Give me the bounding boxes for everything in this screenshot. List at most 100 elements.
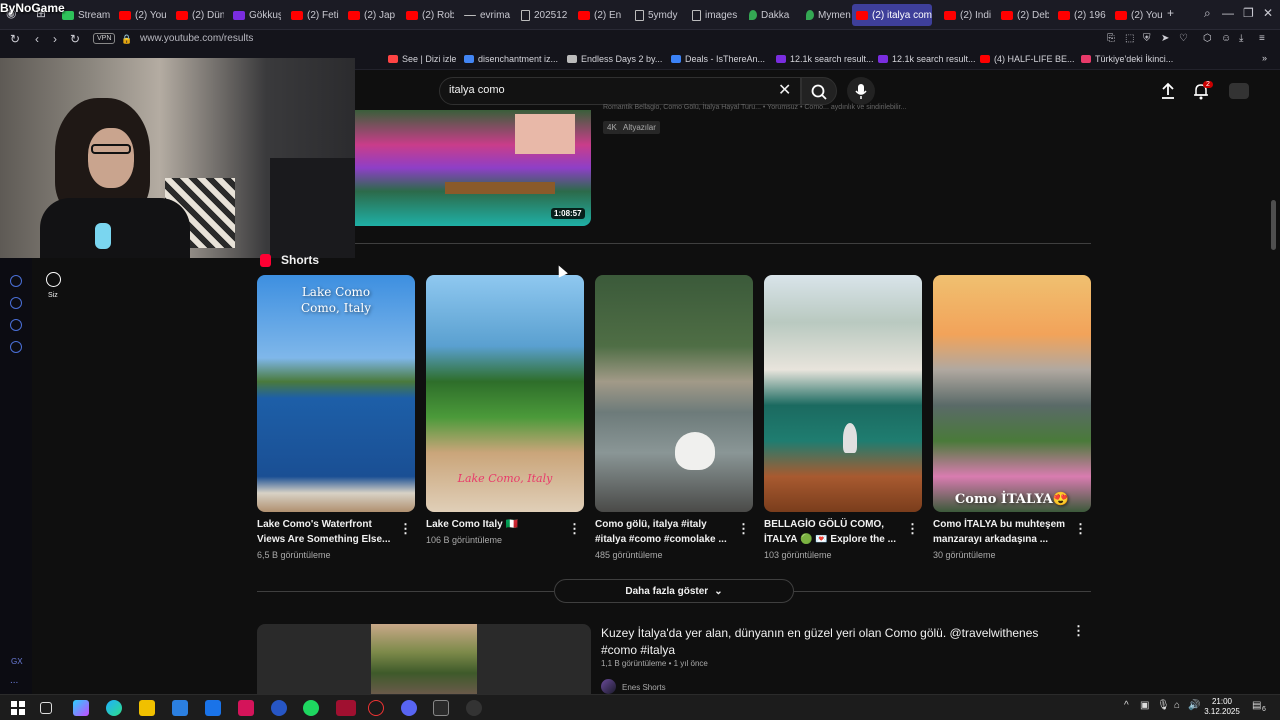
browser-tab[interactable]: Mymen	[802, 4, 854, 26]
short-thumbnail-3[interactable]	[595, 275, 753, 512]
you-label[interactable]: Siz	[48, 292, 58, 299]
task-view-icon[interactable]	[40, 702, 52, 714]
bookmark-item[interactable]: Deals - IsThereAn...	[671, 54, 765, 64]
browser-tab[interactable]: images	[688, 4, 740, 26]
short-title-3[interactable]: Como gölü, italya #italy #italya #como #…	[595, 517, 733, 547]
reload-icon-left[interactable]: ↻	[10, 32, 20, 46]
file-explorer-icon[interactable]	[139, 700, 155, 716]
sidebar-messenger-icon[interactable]	[10, 319, 22, 331]
sidebar-settings-icon[interactable]	[10, 341, 22, 353]
back-icon[interactable]: ‹	[35, 32, 39, 46]
tray-mic-icon[interactable]: 🎙	[1157, 700, 1170, 711]
tray-volume-icon[interactable]: 🔊	[1188, 700, 1200, 711]
search-input[interactable]: italya como	[449, 84, 505, 96]
search-tabs-icon[interactable]: ⌕	[1204, 6, 1211, 21]
bookmark-item[interactable]: (4) HALF-LIFE BE...	[980, 54, 1075, 64]
bookmark-item[interactable]: 12.1k search result...	[878, 54, 976, 64]
tray-network-icon[interactable]: ⌂	[1174, 700, 1180, 711]
you-account-icon[interactable]	[46, 272, 61, 287]
short-5-more-icon[interactable]: ⋮	[1074, 521, 1087, 537]
browser-menu-icon-right[interactable]: ≡	[1259, 33, 1265, 44]
new-tab-icon[interactable]: +	[1167, 6, 1174, 20]
sidebar-more-icon[interactable]: ...	[10, 675, 18, 686]
bottom-video-title[interactable]: Kuzey İtalya'da yer alan, dünyanın en gü…	[601, 625, 1061, 659]
forward-icon[interactable]: ›	[53, 32, 57, 46]
epic-games-icon[interactable]	[433, 700, 449, 716]
reload-icon[interactable]: ↻	[70, 32, 80, 46]
short-thumbnail-4[interactable]	[764, 275, 922, 512]
short-title-5[interactable]: Como İTALYA bu muhteşem manzarayı arkada…	[933, 517, 1071, 547]
minimize-icon[interactable]: —	[1222, 6, 1234, 20]
edge-icon[interactable]	[106, 700, 122, 716]
heart-icon[interactable]: ♡	[1179, 33, 1188, 44]
short-title-1[interactable]: Lake Como's Waterfront Views Are Somethi…	[257, 517, 395, 547]
short-3-more-icon[interactable]: ⋮	[737, 521, 750, 537]
obs-icon[interactable]	[368, 700, 384, 716]
page-scrollbar[interactable]	[1271, 200, 1276, 250]
url-field[interactable]: www.youtube.com/results	[140, 33, 253, 44]
extensions-icon[interactable]: ⬡	[1203, 33, 1212, 44]
copilot-icon[interactable]	[73, 700, 89, 716]
app-icon[interactable]	[238, 700, 254, 716]
snapshot-icon[interactable]: ⬚	[1125, 33, 1134, 44]
bookmark-item[interactable]: See | Dizi izle	[388, 54, 456, 64]
download-icon[interactable]: ⤓	[1239, 33, 1243, 44]
profile-icon[interactable]: ☺	[1221, 33, 1231, 44]
bookmark-item[interactable]: 12.1k search result...	[776, 54, 874, 64]
short-title-2[interactable]: Lake Como Italy 🇮🇹	[426, 517, 564, 532]
shield-icon[interactable]: ⛨	[1143, 33, 1151, 44]
tray-icon-1[interactable]: ▣	[1140, 700, 1149, 711]
browser-tab[interactable]: (2) Dün	[172, 4, 224, 26]
taskbar-clock[interactable]: 21:00 3.12.2025	[1204, 697, 1240, 717]
windows-start-icon[interactable]	[10, 700, 26, 716]
short-1-more-icon[interactable]: ⋮	[399, 521, 412, 537]
bookmark-item[interactable]: disenchantment iz...	[464, 54, 558, 64]
browser-tab[interactable]: (2) You	[1111, 4, 1163, 26]
browser-tab[interactable]: (2) Rob	[402, 4, 454, 26]
browser-tab[interactable]: Stream	[58, 4, 110, 26]
discord-icon[interactable]	[401, 700, 417, 716]
media-player-icon[interactable]	[466, 700, 482, 716]
sidebar-home-icon[interactable]	[10, 275, 22, 287]
show-more-button[interactable]: Daha fazla göster ⌄	[554, 579, 794, 603]
browser-tab[interactable]: (2) Indi	[940, 4, 992, 26]
bookmark-item[interactable]: Türkiye'deki İkinci...	[1081, 54, 1173, 64]
browser-tab[interactable]: (2) En	[574, 4, 626, 26]
short-thumbnail-5[interactable]	[933, 275, 1091, 512]
bookmark-page-icon[interactable]: ⎘	[1107, 33, 1115, 44]
short-title-4[interactable]: BELLAGİO GÖLÜ COMO, İTALYA 🟢 💌 Explore t…	[764, 517, 902, 547]
tray-expand-icon[interactable]: ^	[1124, 700, 1129, 711]
clear-search-icon[interactable]: ✕	[778, 80, 791, 100]
voice-search-button[interactable]	[847, 77, 875, 105]
vpn-badge[interactable]: VPN	[93, 33, 116, 44]
notification-center-icon[interactable]: ▤	[1252, 700, 1261, 711]
channel-avatar[interactable]	[601, 679, 616, 694]
browser-tab[interactable]: Gökkuş	[229, 4, 281, 26]
browser-tab[interactable]: (2) You	[115, 4, 167, 26]
browser-tab[interactable]: (2) Deb	[997, 4, 1049, 26]
bookmark-item[interactable]: Endless Days 2 by...	[567, 54, 662, 64]
channel-name[interactable]: Enes Shorts	[622, 683, 666, 692]
bookmarks-overflow-icon[interactable]: »	[1262, 53, 1267, 63]
opera-gx-taskbar-icon[interactable]	[336, 700, 356, 716]
send-icon[interactable]: ➤	[1161, 33, 1169, 44]
short-4-more-icon[interactable]: ⋮	[906, 521, 919, 537]
search-button[interactable]	[801, 77, 837, 105]
browser-tab[interactable]: (2) italya como	[852, 4, 932, 26]
upload-icon[interactable]	[1160, 82, 1176, 100]
discord-like-icon[interactable]	[271, 700, 287, 716]
sidebar-history-icon[interactable]	[10, 297, 22, 309]
maximize-icon[interactable]: ❐	[1243, 6, 1254, 20]
browser-tab[interactable]: 202512	[517, 4, 569, 26]
store-icon[interactable]	[172, 700, 188, 716]
mail-icon[interactable]	[205, 700, 221, 716]
browser-tab[interactable]: (2) Feti	[287, 4, 339, 26]
close-window-icon[interactable]: ✕	[1263, 6, 1273, 20]
spotify-icon[interactable]	[303, 700, 319, 716]
browser-tab[interactable]: evrima	[460, 4, 514, 26]
browser-tab[interactable]: (2) Jap	[344, 4, 396, 26]
browser-tab[interactable]: (2) 196	[1054, 4, 1106, 26]
short-2-more-icon[interactable]: ⋮	[568, 521, 581, 537]
bottom-video-thumbnail[interactable]	[257, 624, 591, 694]
browser-tab[interactable]: Dakka	[745, 4, 797, 26]
